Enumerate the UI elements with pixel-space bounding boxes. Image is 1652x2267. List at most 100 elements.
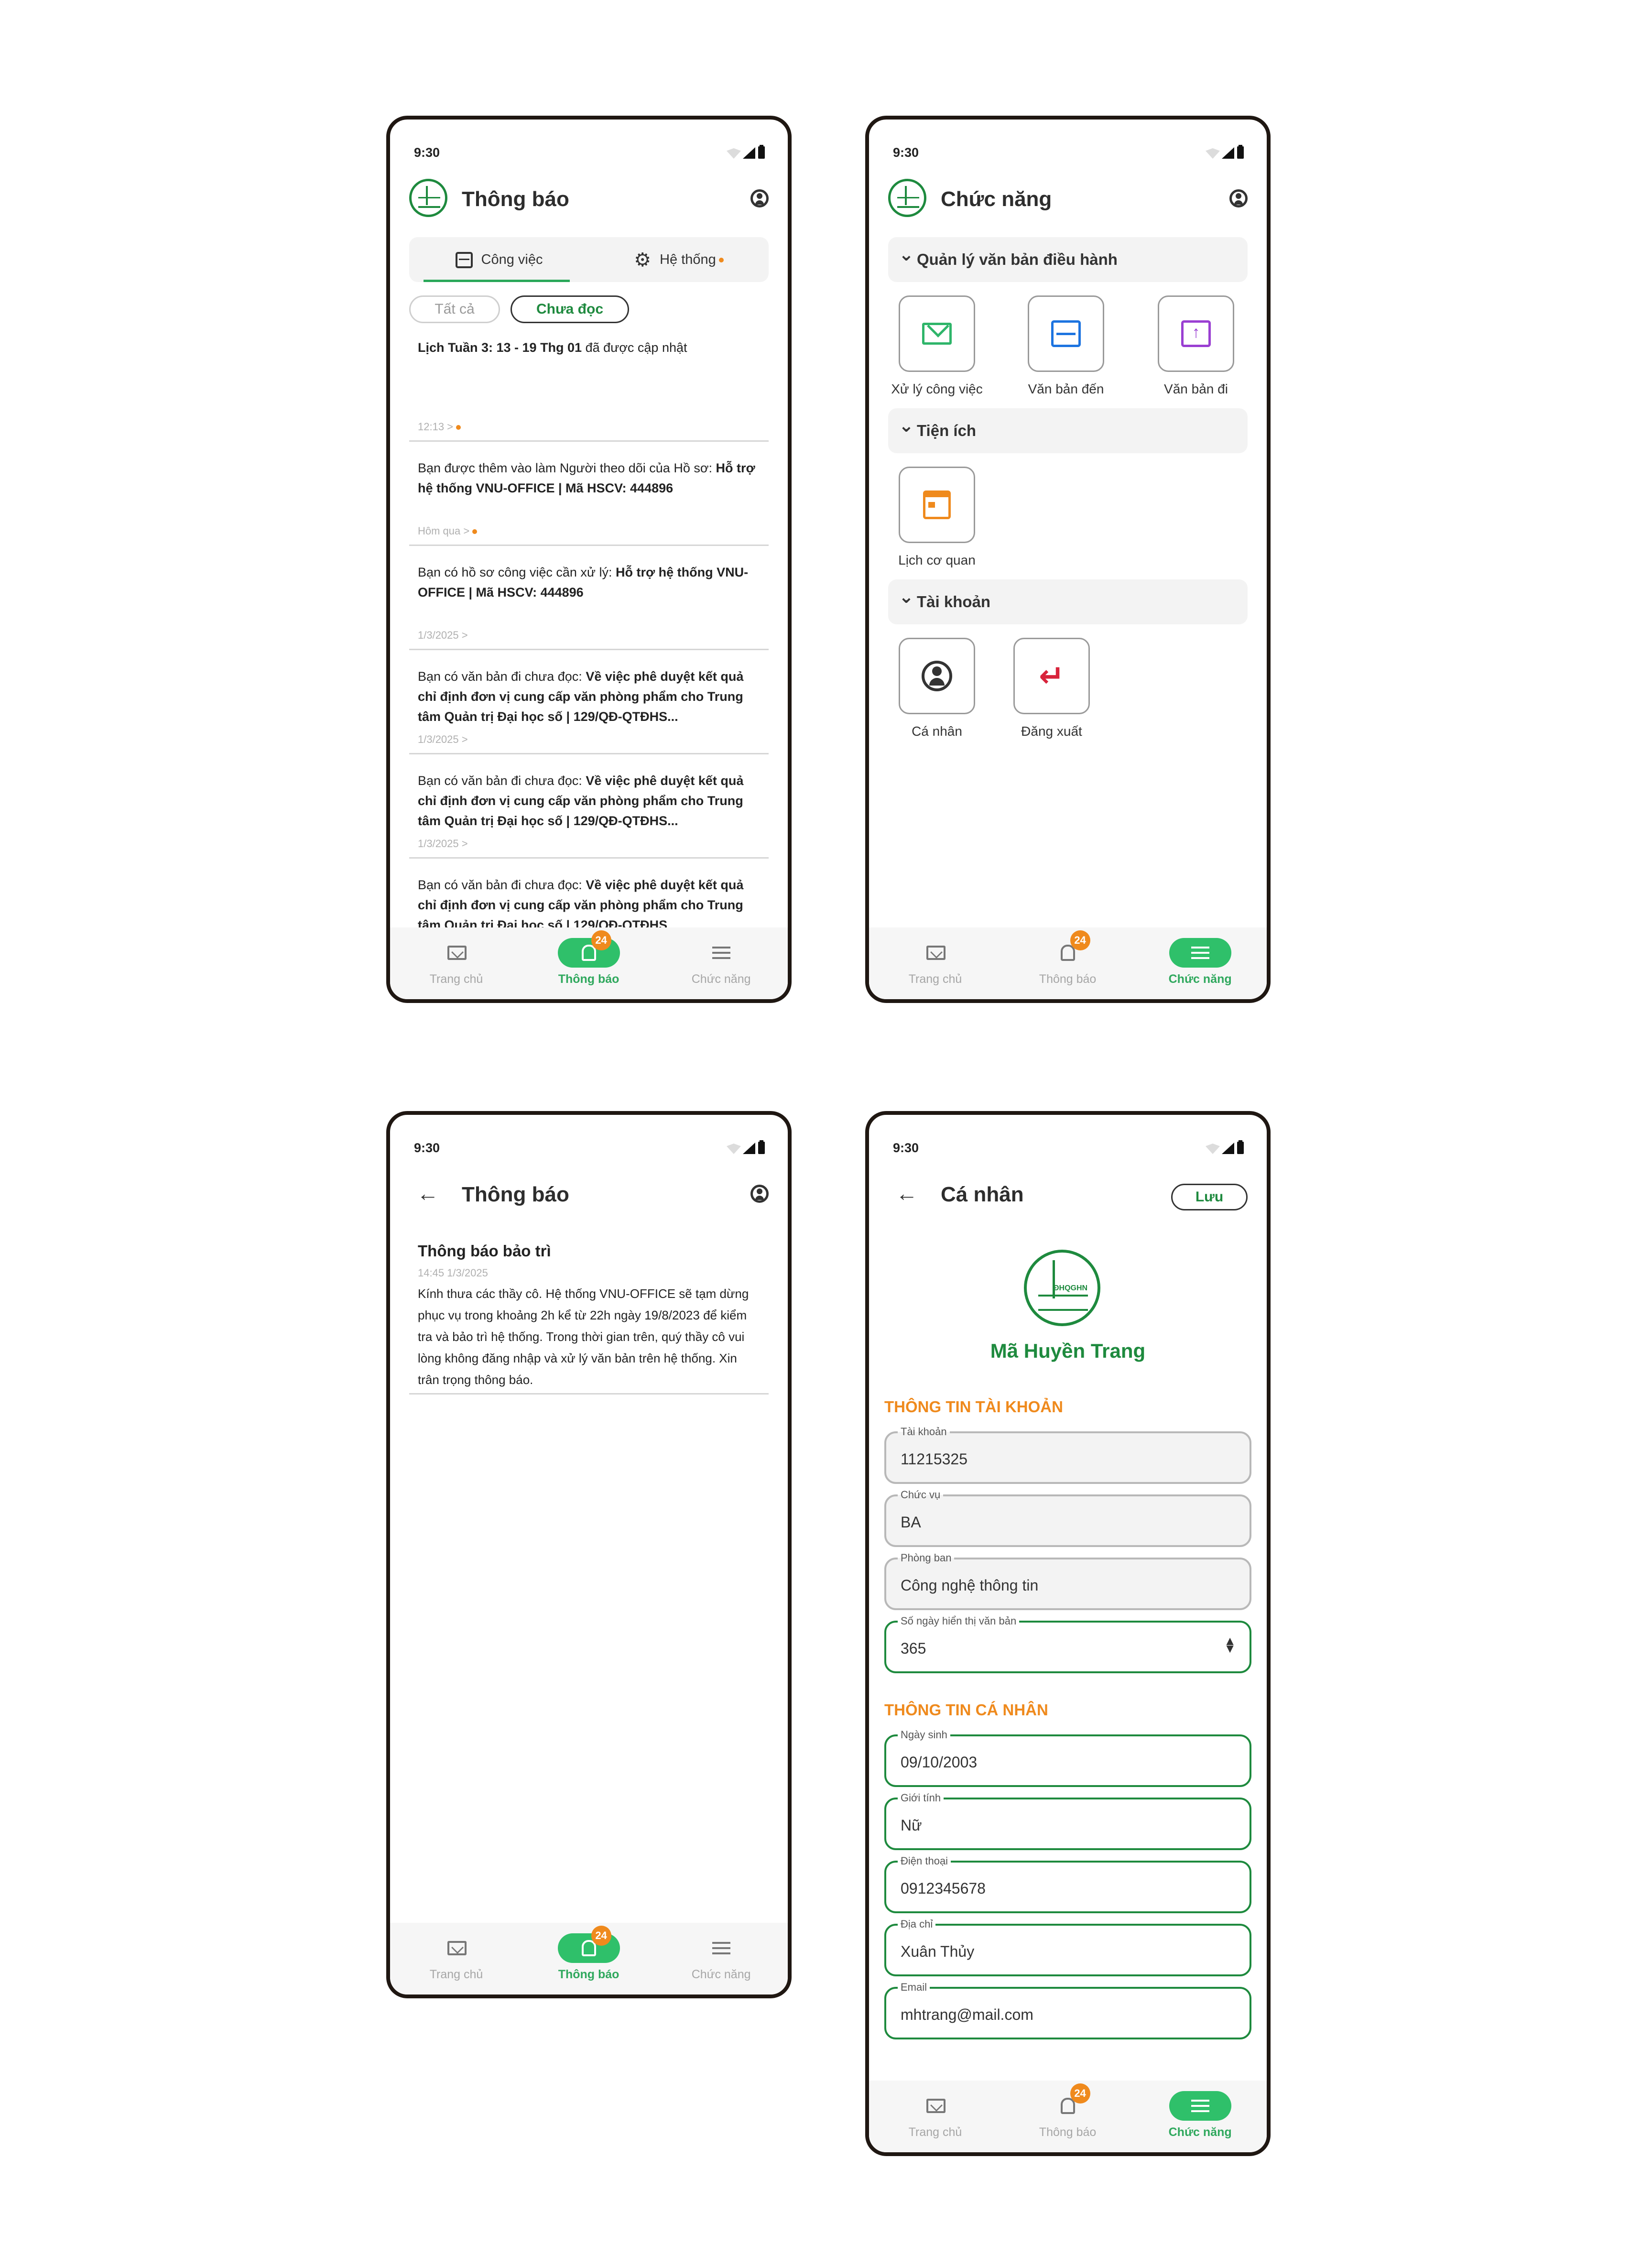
nav-functions[interactable]: Chức năng (1134, 938, 1266, 986)
email-field[interactable]: Email mhtrang@mail.com (884, 1981, 1251, 2039)
logout-icon: ↵ (1039, 659, 1065, 693)
list-item[interactable]: Bạn được thêm vào làm Người theo dõi của… (409, 442, 769, 546)
save-button[interactable]: Lưu (1171, 1184, 1248, 1210)
nav-home[interactable]: Trang chủ (869, 938, 1001, 986)
gear-icon: ⚙ (634, 250, 652, 271)
incoming-docs-button[interactable] (1028, 295, 1104, 372)
list-icon (1191, 947, 1209, 959)
vnu-logo-icon (888, 179, 926, 217)
nav-notifications[interactable]: 24 Thông báo (522, 1926, 655, 1982)
filter-unread-chip[interactable]: Chưa đọc (511, 295, 629, 323)
nav-notifications[interactable]: 24 Thông báo (522, 930, 655, 986)
tab-work[interactable]: Công việc (409, 237, 589, 282)
divider (409, 1393, 769, 1395)
back-arrow-icon[interactable]: ← (417, 1182, 439, 1204)
list-icon (712, 1942, 730, 1954)
nav-functions[interactable]: Chức năng (655, 1933, 787, 1982)
unread-dot (456, 425, 461, 430)
item-bold: Lịch Tuần 3: 13 - 19 Thg 01 (418, 340, 582, 355)
outgoing-docs-button[interactable]: ↑ (1158, 295, 1234, 372)
list-icon (1191, 2100, 1209, 2112)
section-document-management[interactable]: Quản lý văn bản điều hành (888, 232, 1248, 282)
nav-home-label: Trang chủ (429, 1968, 483, 1981)
logout-button[interactable]: ↵ (1013, 638, 1090, 714)
address-field[interactable]: Địa chỉ Xuân Thủy (884, 1918, 1251, 1976)
tab-system-label: Hệ thống (660, 252, 716, 267)
logo-text: ĐHQGHN (1054, 1284, 1088, 1292)
nav-functions-pill (1169, 938, 1231, 968)
nav-notifications-label: Thông báo (558, 1968, 620, 1981)
account-icon[interactable] (750, 1185, 769, 1203)
bottom-nav: Trang chủ 24 Thông báo Chức năng (869, 927, 1267, 999)
process-work-button[interactable] (899, 295, 975, 372)
list-item[interactable]: Bạn có văn bản đi chưa đọc: Về việc phê … (409, 754, 769, 859)
field-value: 09/10/2003 (901, 1754, 978, 1771)
nav-home[interactable]: Trang chủ (869, 2091, 1001, 2139)
mail-icon (922, 323, 952, 345)
spinner-icon[interactable]: ▲ ▼ (1224, 1635, 1236, 1655)
battery-icon (1237, 1140, 1244, 1154)
item-meta: 1/3/2025 > (418, 733, 468, 745)
nav-home[interactable]: Trang chủ (390, 938, 522, 986)
nav-home-label: Trang chủ (429, 972, 483, 986)
outgoing-docs-label: Văn bản đi (1164, 381, 1228, 396)
nav-home[interactable]: Trang chủ (390, 1933, 522, 1982)
gender-field[interactable]: Giới tính Nữ (884, 1792, 1251, 1850)
notification-tabs: Công việc ⚙ Hệ thống (409, 237, 769, 282)
nav-notifications[interactable]: 24 Thông báo (1001, 930, 1134, 986)
section-personal-info: THÔNG TIN CÁ NHÂN (884, 1701, 1048, 1719)
app-bar: Thông báo (409, 179, 769, 217)
section-utilities[interactable]: Tiện ích (888, 403, 1248, 453)
unread-dot (472, 529, 478, 534)
field-label: Tài khoản (898, 1426, 950, 1438)
item-meta: 1/3/2025 > (418, 838, 468, 850)
nav-notifications-label: Thông báo (558, 972, 620, 986)
status-time: 9:30 (893, 1141, 919, 1155)
personal-button[interactable] (899, 638, 975, 714)
account-icon[interactable] (1229, 189, 1248, 207)
notification-list: Lịch Tuần 3: 13 - 19 Thg 01 đã được cập … (409, 338, 769, 999)
announcement-title: Thông báo bảo trì (418, 1242, 551, 1260)
birthdate-field[interactable]: Ngày sinh 09/10/2003 (884, 1729, 1251, 1787)
tab-system[interactable]: ⚙ Hệ thống (589, 237, 769, 282)
status-bar: 9:30 (390, 142, 788, 162)
status-bar: 9:30 (869, 1138, 1267, 1157)
list-item[interactable]: Lịch Tuần 3: 13 - 19 Thg 01 đã được cập … (409, 338, 769, 442)
status-icons (1206, 145, 1245, 160)
back-arrow-icon[interactable]: ← (896, 1182, 918, 1204)
signal-icon (743, 147, 755, 159)
phone-field[interactable]: Điện thoại 0912345678 (884, 1855, 1251, 1913)
battery-icon (1237, 145, 1244, 159)
phone-notification-detail: 9:30 ← Thông báo Thông báo bảo trì 14:45… (386, 1111, 792, 1998)
account-field: Tài khoản 11215325 (884, 1426, 1251, 1484)
nav-notifications[interactable]: 24 Thông báo (1001, 2083, 1134, 2139)
status-time: 9:30 (414, 1141, 440, 1155)
nav-functions-label: Chức năng (691, 972, 751, 986)
status-bar: 9:30 (390, 1138, 788, 1157)
filter-all-chip[interactable]: Tất cả (409, 295, 500, 323)
phone-functions: 9:30 Chức năng Quản lý văn bản điều hành… (865, 116, 1271, 1003)
nav-notifications-pill: 24 (557, 1926, 620, 1963)
field-label: Số ngày hiển thị văn bản (898, 1615, 1020, 1627)
field-label: Giới tính (898, 1792, 944, 1804)
list-item[interactable]: Bạn có hồ sơ công việc cần xử lý: Hỗ trợ… (409, 546, 769, 650)
display-days-stepper[interactable]: Số ngày hiển thị văn bản 365 ▲ ▼ (884, 1615, 1251, 1673)
item-meta: Hôm qua > (418, 523, 478, 539)
logout-label: Đăng xuất (1021, 724, 1082, 739)
nav-functions[interactable]: Chức năng (1134, 2091, 1266, 2139)
nav-functions-label: Chức năng (1168, 972, 1232, 986)
account-icon[interactable] (750, 189, 769, 207)
nav-functions-pill (690, 938, 752, 968)
nav-functions[interactable]: Chức năng (655, 938, 787, 986)
item-text: Bạn có hồ sơ công việc cần xử lý: Hỗ trợ… (418, 562, 760, 602)
status-icons (727, 1140, 766, 1155)
personal-label: Cá nhân (912, 724, 962, 739)
nav-functions-label: Chức năng (691, 1968, 751, 1981)
app-bar: ← Thông báo (409, 1174, 769, 1212)
signal-icon (743, 1143, 755, 1154)
nav-home-label: Trang chủ (908, 2125, 962, 2139)
list-item[interactable]: Bạn có văn bản đi chưa đọc: Về việc phê … (409, 650, 769, 754)
field-value: 0912345678 (901, 1880, 986, 1897)
section-account[interactable]: Tài khoản (888, 575, 1248, 624)
calendar-button[interactable] (899, 467, 975, 543)
